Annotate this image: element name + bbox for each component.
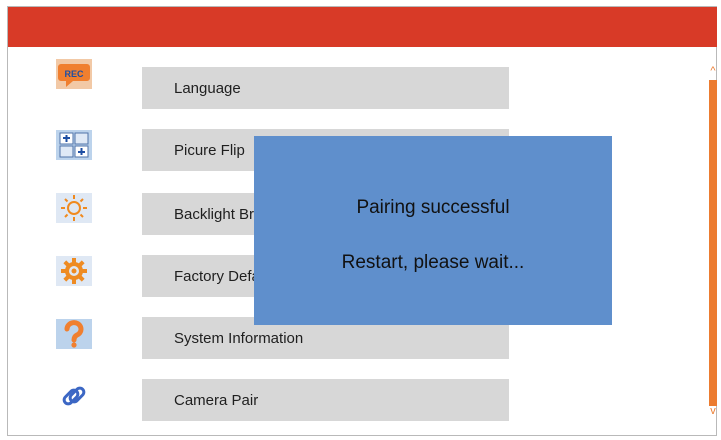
dialog-restart-text: Restart, please wait... [341, 252, 525, 273]
scroll-track[interactable] [709, 80, 717, 406]
question-mark-icon[interactable] [53, 318, 95, 350]
sun-icon[interactable] [53, 192, 95, 224]
scrollbar[interactable]: ^ v [708, 64, 718, 418]
menu-item-language[interactable]: Language [142, 67, 509, 109]
scroll-up-arrow[interactable]: ^ [708, 64, 718, 78]
scroll-down-arrow[interactable]: v [708, 404, 718, 418]
gear-icon[interactable] [53, 255, 95, 287]
picture-flip-icon[interactable] [53, 129, 95, 161]
rec-speech-bubble-icon[interactable]: REC [53, 58, 95, 90]
svg-text:REC: REC [64, 69, 84, 79]
title-bar [8, 7, 717, 47]
pairing-dialog: Pairing successful Restart, please wait.… [254, 136, 612, 325]
link-icon[interactable] [53, 380, 95, 412]
dialog-status-text: Pairing successful [356, 197, 510, 218]
menu-item-camera-pair[interactable]: Camera Pair [142, 379, 509, 421]
